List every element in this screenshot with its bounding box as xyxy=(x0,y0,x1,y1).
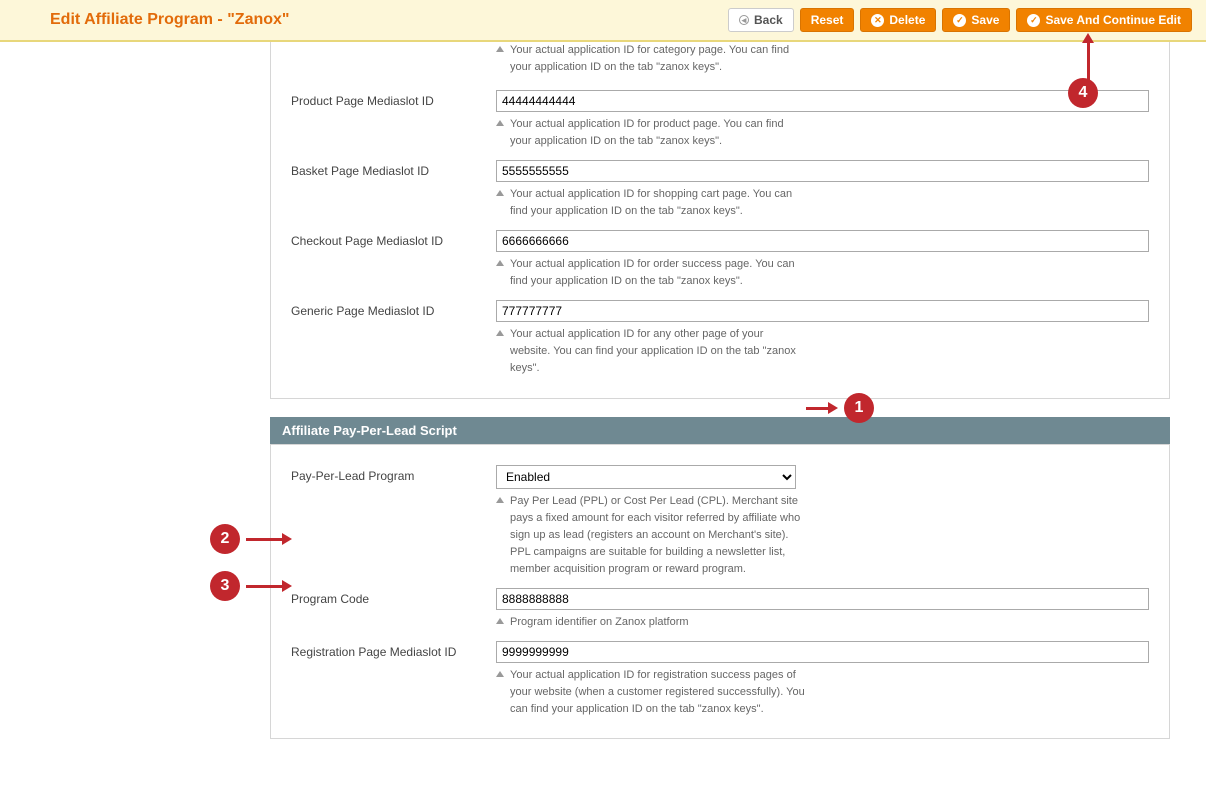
ppl-program-select[interactable]: Enabled xyxy=(496,465,796,489)
program-code-hint: Program identifier on Zanox platform xyxy=(496,614,806,631)
save-button-label: Save xyxy=(971,13,999,27)
product-page-label: Product Page Mediaslot ID xyxy=(291,90,496,150)
hint-triangle-icon xyxy=(496,671,504,677)
main-column: Your actual application ID for category … xyxy=(270,42,1170,757)
save-button[interactable]: Save xyxy=(942,8,1010,32)
hint-triangle-icon xyxy=(496,190,504,196)
program-code-label: Program Code xyxy=(291,588,496,631)
delete-button[interactable]: Delete xyxy=(860,8,936,32)
ppl-program-hint: Pay Per Lead (PPL) or Cost Per Lead (CPL… xyxy=(496,493,806,578)
back-button[interactable]: ◂ Back xyxy=(728,8,794,32)
basket-page-hint: Your actual application ID for shopping … xyxy=(496,186,806,220)
generic-page-row: Generic Page Mediaslot ID Your actual ap… xyxy=(291,290,1149,377)
mediaslot-fieldset: Your actual application ID for category … xyxy=(270,42,1170,399)
product-page-input[interactable] xyxy=(496,90,1149,112)
basket-page-label: Basket Page Mediaslot ID xyxy=(291,160,496,220)
hint-text: Pay Per Lead (PPL) or Cost Per Lead (CPL… xyxy=(510,493,806,578)
hint-text: Your actual application ID for order suc… xyxy=(510,256,806,290)
program-code-row: Program Code Program identifier on Zanox… xyxy=(291,578,1149,631)
registration-page-label: Registration Page Mediaslot ID xyxy=(291,641,496,718)
hint-triangle-icon xyxy=(496,330,504,336)
hint-text: Program identifier on Zanox platform xyxy=(510,614,689,631)
save-continue-button-label: Save And Continue Edit xyxy=(1045,13,1181,27)
sidebar-placeholder xyxy=(0,42,270,757)
ppl-section-header: Affiliate Pay-Per-Lead Script xyxy=(270,417,1170,444)
hint-triangle-icon xyxy=(496,46,504,52)
category-page-hint-tail: Your actual application ID for category … xyxy=(496,42,806,76)
hint-triangle-icon xyxy=(496,497,504,503)
registration-page-input[interactable] xyxy=(496,641,1149,663)
hint-text: Your actual application ID for shopping … xyxy=(510,186,806,220)
checkout-page-hint: Your actual application ID for order suc… xyxy=(496,256,806,290)
registration-page-hint: Your actual application ID for registrat… xyxy=(496,667,806,718)
basket-page-row: Basket Page Mediaslot ID Your actual app… xyxy=(291,150,1149,220)
reset-button-label: Reset xyxy=(811,13,844,27)
hint-text: Your actual application ID for registrat… xyxy=(510,667,806,718)
product-page-row: Product Page Mediaslot ID Your actual ap… xyxy=(291,80,1149,150)
check-icon xyxy=(953,14,966,27)
hint-text: Your actual application ID for product p… xyxy=(510,116,806,150)
ppl-program-label: Pay-Per-Lead Program xyxy=(291,465,496,578)
checkout-page-label: Checkout Page Mediaslot ID xyxy=(291,230,496,290)
product-page-hint: Your actual application ID for product p… xyxy=(496,116,806,150)
hint-text: Your actual application ID for category … xyxy=(510,42,806,76)
generic-page-input[interactable] xyxy=(496,300,1149,322)
check-icon xyxy=(1027,14,1040,27)
checkout-page-input[interactable] xyxy=(496,230,1149,252)
hint-triangle-icon xyxy=(496,260,504,266)
page-header: Edit Affiliate Program - "Zanox" ◂ Back … xyxy=(0,0,1206,42)
back-arrow-icon: ◂ xyxy=(739,15,749,25)
hint-triangle-icon xyxy=(496,120,504,126)
ppl-program-row: Pay-Per-Lead Program Enabled Pay Per Lea… xyxy=(291,455,1149,578)
save-continue-button[interactable]: Save And Continue Edit xyxy=(1016,8,1192,32)
registration-page-row: Registration Page Mediaslot ID Your actu… xyxy=(291,631,1149,718)
ppl-fieldset: Pay-Per-Lead Program Enabled Pay Per Lea… xyxy=(270,444,1170,739)
checkout-page-row: Checkout Page Mediaslot ID Your actual a… xyxy=(291,220,1149,290)
hint-text: Your actual application ID for any other… xyxy=(510,326,806,377)
content-area: Your actual application ID for category … xyxy=(0,42,1206,797)
generic-page-hint: Your actual application ID for any other… xyxy=(496,326,806,377)
basket-page-input[interactable] xyxy=(496,160,1149,182)
header-button-group: ◂ Back Reset Delete Save Save And Contin… xyxy=(728,8,1192,32)
hint-triangle-icon xyxy=(496,618,504,624)
reset-button[interactable]: Reset xyxy=(800,8,855,32)
program-code-input[interactable] xyxy=(496,588,1149,610)
delete-icon xyxy=(871,14,884,27)
generic-page-label: Generic Page Mediaslot ID xyxy=(291,300,496,377)
page-title: Edit Affiliate Program - "Zanox" xyxy=(50,11,290,29)
back-button-label: Back xyxy=(754,13,783,27)
delete-button-label: Delete xyxy=(889,13,925,27)
